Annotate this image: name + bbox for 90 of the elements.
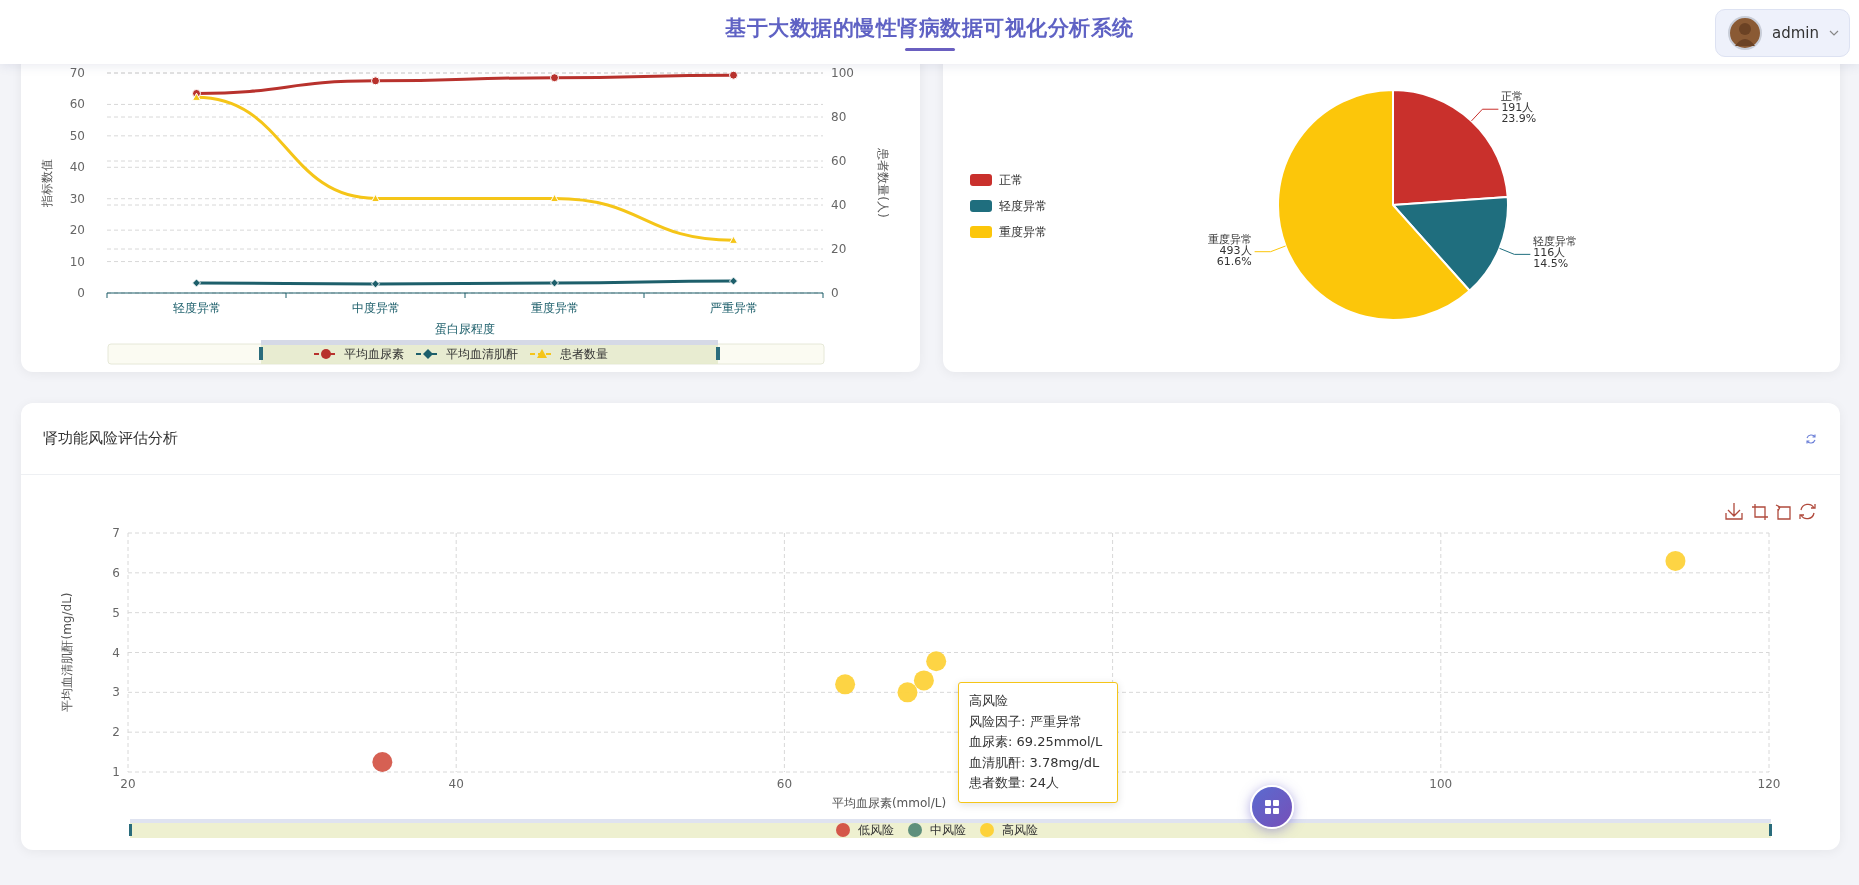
legend-label[interactable]: 平均血清肌酐 <box>446 347 518 361</box>
axis-label: 重度异常 <box>530 301 579 315</box>
legend-swatch-icon[interactable] <box>970 200 992 212</box>
axis-label: 轻度异常 <box>172 301 221 315</box>
data-point <box>729 70 738 80</box>
avatar-icon <box>1728 16 1762 50</box>
data-point <box>371 279 380 289</box>
data-point <box>550 73 559 83</box>
axis-label: 60 <box>776 777 793 791</box>
axis-label: 60 <box>69 97 85 112</box>
data-point <box>371 193 380 203</box>
axis-label: 1 <box>112 765 120 779</box>
axis-label: 7 <box>112 526 120 540</box>
data-point <box>371 76 380 86</box>
axis-label: 80 <box>831 110 847 124</box>
axis-title: 患者数量(人) <box>876 148 890 218</box>
legend-label[interactable]: 高风险 <box>1002 823 1038 837</box>
axis-label: 20 <box>831 242 847 256</box>
data-point <box>729 276 738 286</box>
data-point <box>192 278 201 288</box>
slice-label: 493人 <box>1219 243 1252 257</box>
zoom-slider[interactable] <box>107 340 825 365</box>
chevron-icon <box>1829 30 1839 36</box>
refresh-icon[interactable] <box>1799 503 1816 520</box>
axis-label: 50 <box>69 128 85 143</box>
legend-marker-icon[interactable] <box>908 823 922 837</box>
axis-label: 100 <box>831 66 854 80</box>
refresh-icon[interactable] <box>1805 432 1817 445</box>
data-point <box>729 235 738 244</box>
axis-title: 平均血清肌酐(mg/dL) <box>60 592 74 712</box>
axis-label: 3 <box>112 685 120 700</box>
axis-label: 20 <box>120 777 136 791</box>
slice-label: 191人 <box>1501 101 1534 115</box>
slice-label: 23.9% <box>1501 112 1537 126</box>
legend-marker-icon[interactable] <box>836 823 850 837</box>
user-menu-button[interactable]: admin <box>1715 9 1850 57</box>
axis-label: 10 <box>69 254 85 269</box>
axis-label: 70 <box>69 66 85 80</box>
axis-title: 指标数值 <box>40 159 54 207</box>
data-point <box>550 193 559 203</box>
legend-label[interactable]: 重度异常 <box>999 225 1047 239</box>
axis-label: 2 <box>112 725 120 740</box>
legend-label[interactable]: 低风险 <box>858 823 894 837</box>
axis-label: 0 <box>831 286 839 300</box>
leader-line <box>1470 108 1499 122</box>
axis-label: 严重异常 <box>709 301 758 315</box>
axis-label: 30 <box>69 191 85 206</box>
slice-label: 61.6% <box>1216 254 1252 268</box>
legend-label[interactable]: 平均血尿素 <box>344 347 404 361</box>
legend-label[interactable]: 轻度异常 <box>999 199 1047 213</box>
tooltip-title: 高风险 <box>969 692 1009 710</box>
legend-label[interactable]: 正常 <box>999 173 1023 187</box>
title-underline <box>904 47 955 51</box>
crop-icon[interactable] <box>1751 503 1769 521</box>
legend-label[interactable]: 患者数量 <box>560 347 608 361</box>
tooltip-line: 血尿素: 69.25mmol/L <box>969 733 1104 751</box>
axis-label: 20 <box>69 223 85 238</box>
legend-label[interactable]: 中风险 <box>930 823 966 837</box>
axis-label: 40 <box>69 160 85 175</box>
axis-label: 100 <box>1429 777 1453 791</box>
slice-label: 重度异常 <box>1207 232 1252 246</box>
page-title: 基于大数据的慢性肾病数据可视化分析系统 <box>725 14 1134 42</box>
tooltip-line: 风险因子: 严重异常 <box>969 712 1083 731</box>
axis-title: 蛋白尿程度 <box>435 322 495 336</box>
grid-icon <box>1264 799 1280 815</box>
legend-swatch-icon[interactable] <box>970 174 992 186</box>
data-point <box>550 278 559 288</box>
leader-line <box>1254 245 1287 253</box>
tooltip-line: 血清肌酐: 3.78mg/dL <box>969 753 1101 772</box>
axis-title: 平均血尿素(mmol/L) <box>831 796 947 810</box>
axis-label: 120 <box>1757 777 1781 791</box>
legend-marker-icon[interactable] <box>980 823 994 837</box>
slice-label: 14.5% <box>1533 257 1569 271</box>
data-point <box>192 92 201 101</box>
download-icon[interactable] <box>1725 502 1743 520</box>
axis-label: 4 <box>112 645 120 660</box>
card-title: 肾功能风险评估分析 <box>43 429 178 448</box>
slice-label: 正常 <box>1501 90 1524 104</box>
axis-label: 中度异常 <box>351 301 400 315</box>
leader-line <box>1499 247 1531 255</box>
axis-label: 40 <box>831 198 847 212</box>
zoom-slider[interactable] <box>129 819 1772 838</box>
axis-label: 60 <box>831 154 847 168</box>
axis-label: 5 <box>112 605 120 620</box>
axis-label: 40 <box>448 777 464 791</box>
tooltip-line: 患者数量: 24人 <box>969 774 1061 792</box>
legend-swatch-icon[interactable] <box>970 226 992 238</box>
axis-label: 6 <box>112 565 120 580</box>
axis-label: 0 <box>77 286 85 300</box>
crop-undo-icon[interactable] <box>1775 504 1791 520</box>
